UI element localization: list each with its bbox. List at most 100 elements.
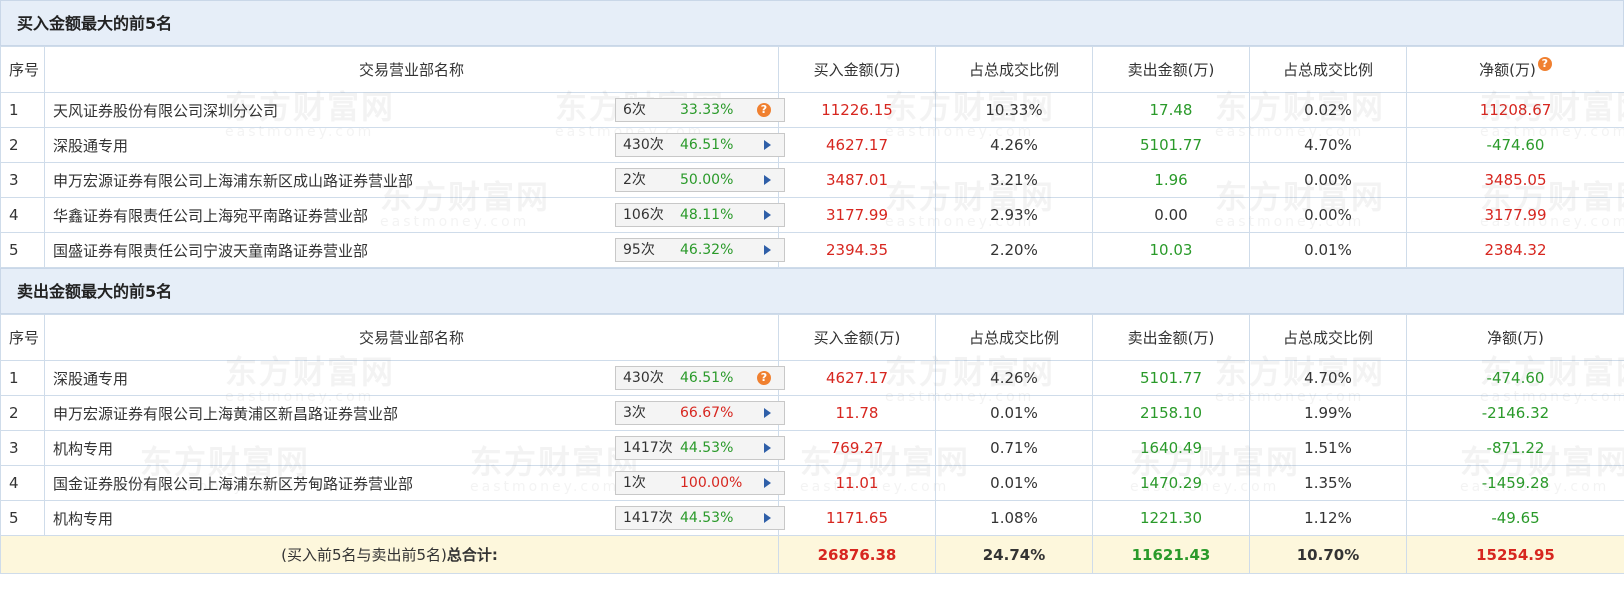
buy-amount: 4627.17 bbox=[778, 360, 936, 396]
row-no: 3 bbox=[0, 162, 45, 198]
play-right-icon[interactable] bbox=[764, 210, 771, 220]
listing-stats-box[interactable]: 1417次 44.53% bbox=[615, 436, 785, 460]
table-row: 2 深股通专用 430次 46.51% 4627.17 4.26% 5101.7… bbox=[0, 127, 1624, 163]
net-amount: 3485.05 bbox=[1406, 162, 1624, 198]
branch-name[interactable]: 国金证券股份有限公司上海浦东新区芳甸路证券营业部 bbox=[53, 473, 413, 494]
sell-pct: 1.12% bbox=[1249, 500, 1407, 536]
buy-amount: 3177.99 bbox=[778, 197, 936, 233]
net-amount: -49.65 bbox=[1406, 500, 1624, 536]
listing-rate: 46.51% bbox=[680, 137, 734, 153]
table-row: 5 国盛证券有限责任公司宁波天童南路证券营业部 95次 46.32% 2394.… bbox=[0, 232, 1624, 268]
listing-rate: 50.00% bbox=[680, 172, 734, 188]
header-net: 净额(万)? bbox=[1406, 46, 1624, 93]
sell-pct: 0.01% bbox=[1249, 232, 1407, 268]
listing-stats-box[interactable]: 106次 48.11% bbox=[615, 203, 785, 227]
branch-name[interactable]: 深股通专用 bbox=[53, 368, 128, 389]
listing-stats-box[interactable]: 3次 66.67% bbox=[615, 401, 785, 425]
branch-cell: 申万宏源证券有限公司上海浦东新区成山路证券营业部 2次 50.00% bbox=[44, 162, 785, 198]
branch-cell: 深股通专用 430次 46.51% ? bbox=[44, 360, 785, 396]
branch-name[interactable]: 申万宏源证券有限公司上海浦东新区成山路证券营业部 bbox=[53, 170, 413, 191]
question-icon[interactable]: ? bbox=[757, 371, 771, 385]
play-right-icon[interactable] bbox=[764, 175, 771, 185]
branch-name[interactable]: 天风证券股份有限公司深圳分公司 bbox=[53, 100, 278, 121]
listing-count: 95次 bbox=[623, 242, 655, 258]
row-no: 2 bbox=[0, 395, 45, 431]
branch-name[interactable]: 申万宏源证券有限公司上海黄浦区新昌路证券营业部 bbox=[53, 403, 398, 424]
header-sell-amount: 卖出金额(万) bbox=[1092, 46, 1250, 93]
sell-pct: 1.99% bbox=[1249, 395, 1407, 431]
buy-amount: 4627.17 bbox=[778, 127, 936, 163]
sell-amount: 2158.10 bbox=[1092, 395, 1250, 431]
net-amount: -474.60 bbox=[1406, 127, 1624, 163]
total-buy-amount: 26876.38 bbox=[778, 535, 936, 574]
listing-stats-box[interactable]: 1次 100.00% bbox=[615, 471, 785, 495]
listing-stats-box[interactable]: 1417次 44.53% bbox=[615, 506, 785, 530]
play-right-icon[interactable] bbox=[764, 443, 771, 453]
sell-pct: 0.02% bbox=[1249, 92, 1407, 128]
sell-table-header: 序号 交易营业部名称 买入金额(万) 占总成交比例 卖出金额(万) 占总成交比例… bbox=[0, 314, 1624, 361]
sell-amount: 1470.29 bbox=[1092, 465, 1250, 501]
branch-cell: 机构专用 1417次 44.53% bbox=[44, 500, 785, 536]
net-amount: -1459.28 bbox=[1406, 465, 1624, 501]
listing-stats-box[interactable]: 430次 46.51% ? bbox=[615, 366, 785, 390]
play-right-icon[interactable] bbox=[764, 140, 771, 150]
buy-amount: 11.78 bbox=[778, 395, 936, 431]
row-no: 3 bbox=[0, 430, 45, 466]
sell-amount: 17.48 bbox=[1092, 92, 1250, 128]
net-amount: 3177.99 bbox=[1406, 197, 1624, 233]
listing-count: 6次 bbox=[623, 102, 646, 118]
branch-name[interactable]: 深股通专用 bbox=[53, 135, 128, 156]
listing-stats-box[interactable]: 95次 46.32% bbox=[615, 238, 785, 262]
total-row: (买入前5名与卖出前5名)总合计: 26876.38 24.74% 11621.… bbox=[0, 535, 1624, 574]
listing-count: 1次 bbox=[623, 475, 646, 491]
total-net-amount: 15254.95 bbox=[1406, 535, 1624, 574]
header-sell-pct: 占总成交比例 bbox=[1249, 314, 1407, 361]
buy-pct: 3.21% bbox=[935, 162, 1093, 198]
buy-amount: 11226.15 bbox=[778, 92, 936, 128]
branch-cell: 国金证券股份有限公司上海浦东新区芳甸路证券营业部 1次 100.00% bbox=[44, 465, 785, 501]
net-amount: -871.22 bbox=[1406, 430, 1624, 466]
play-right-icon[interactable] bbox=[764, 245, 771, 255]
listing-rate: 46.32% bbox=[680, 242, 734, 258]
play-right-icon[interactable] bbox=[764, 408, 771, 418]
listing-count: 430次 bbox=[623, 137, 664, 153]
lhb-page: 东方财富网eastmoney.com 东方财富网eastmoney.com 东方… bbox=[0, 0, 1624, 594]
listing-stats-box[interactable]: 430次 46.51% bbox=[615, 133, 785, 157]
listing-rate: 44.53% bbox=[680, 510, 734, 526]
branch-name[interactable]: 机构专用 bbox=[53, 508, 113, 529]
buy-table: 序号 交易营业部名称 买入金额(万) 占总成交比例 卖出金额(万) 占总成交比例… bbox=[0, 46, 1624, 268]
buy-pct: 0.01% bbox=[935, 395, 1093, 431]
table-row: 4 国金证券股份有限公司上海浦东新区芳甸路证券营业部 1次 100.00% 11… bbox=[0, 465, 1624, 501]
listing-rate: 46.51% bbox=[680, 370, 734, 386]
branch-name[interactable]: 华鑫证券有限责任公司上海宛平南路证券营业部 bbox=[53, 205, 368, 226]
row-no: 5 bbox=[0, 500, 45, 536]
listing-stats-box[interactable]: 2次 50.00% bbox=[615, 168, 785, 192]
sell-pct: 0.00% bbox=[1249, 197, 1407, 233]
sell-table: 序号 交易营业部名称 买入金额(万) 占总成交比例 卖出金额(万) 占总成交比例… bbox=[0, 314, 1624, 574]
listing-stats-box[interactable]: 6次 33.33% ? bbox=[615, 98, 785, 122]
listing-count: 430次 bbox=[623, 370, 664, 386]
buy-section-title: 买入金额最大的前5名 bbox=[0, 0, 1624, 46]
header-buy-pct: 占总成交比例 bbox=[935, 314, 1093, 361]
row-no: 1 bbox=[0, 360, 45, 396]
sell-pct: 1.51% bbox=[1249, 430, 1407, 466]
question-icon[interactable]: ? bbox=[757, 103, 771, 117]
sell-pct: 0.00% bbox=[1249, 162, 1407, 198]
branch-cell: 深股通专用 430次 46.51% bbox=[44, 127, 785, 163]
header-sell-pct: 占总成交比例 bbox=[1249, 46, 1407, 93]
header-no: 序号 bbox=[0, 46, 45, 93]
row-no: 1 bbox=[0, 92, 45, 128]
branch-name[interactable]: 机构专用 bbox=[53, 438, 113, 459]
sell-amount: 0.00 bbox=[1092, 197, 1250, 233]
buy-amount: 769.27 bbox=[778, 430, 936, 466]
play-right-icon[interactable] bbox=[764, 513, 771, 523]
total-sell-pct: 10.70% bbox=[1249, 535, 1407, 574]
listing-count: 1417次 bbox=[623, 510, 673, 526]
table-row: 2 申万宏源证券有限公司上海黄浦区新昌路证券营业部 3次 66.67% 11.7… bbox=[0, 395, 1624, 431]
branch-name[interactable]: 国盛证券有限责任公司宁波天童南路证券营业部 bbox=[53, 240, 368, 261]
buy-amount: 2394.35 bbox=[778, 232, 936, 268]
question-icon[interactable]: ? bbox=[1537, 57, 1552, 71]
play-right-icon[interactable] bbox=[764, 478, 771, 488]
branch-cell: 国盛证券有限责任公司宁波天童南路证券营业部 95次 46.32% bbox=[44, 232, 785, 268]
table-row: 4 华鑫证券有限责任公司上海宛平南路证券营业部 106次 48.11% 3177… bbox=[0, 197, 1624, 233]
